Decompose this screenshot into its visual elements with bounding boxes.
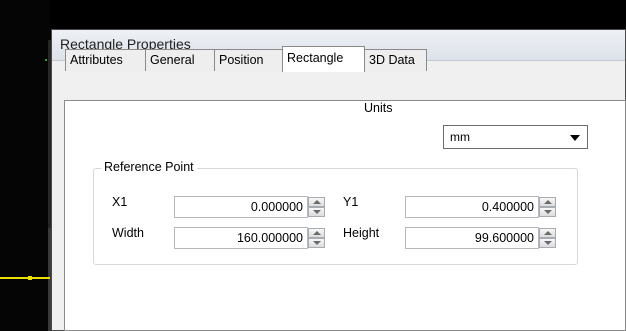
rectangle-tab-panel xyxy=(64,100,626,331)
tab-3d-data[interactable]: 3D Data xyxy=(364,49,427,71)
tab-position[interactable]: Position xyxy=(214,49,283,71)
canvas-marker xyxy=(45,59,47,61)
canvas-guide-line xyxy=(0,277,50,279)
canvas-guide-point xyxy=(28,276,32,280)
background-canvas xyxy=(0,0,51,331)
tab-attributes[interactable]: Attributes xyxy=(65,49,146,71)
tab-rectangle[interactable]: Rectangle xyxy=(282,46,365,72)
tab-general[interactable]: General xyxy=(145,49,215,71)
